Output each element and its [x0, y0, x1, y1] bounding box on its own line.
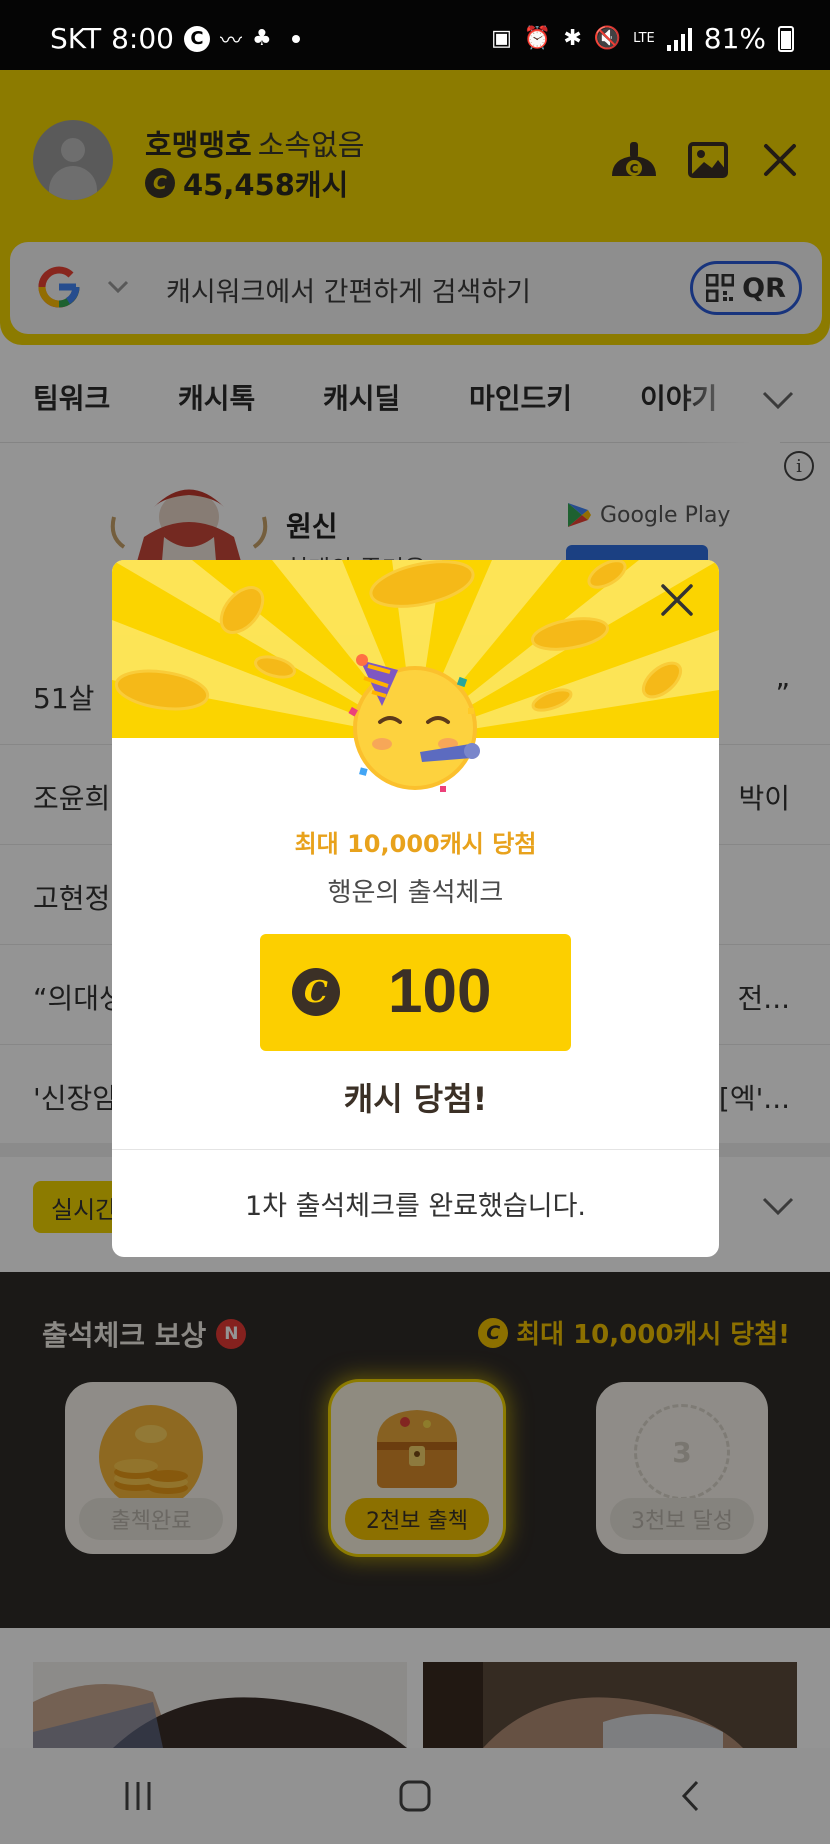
alarm-icon: ⏰ [523, 26, 552, 51]
recycle-icon: ▣ [491, 26, 512, 51]
party-face-icon [348, 654, 480, 792]
close-icon [661, 584, 693, 616]
reward-amount-box: C 100 [260, 934, 571, 1051]
duck-notification-icon: ♣ [251, 26, 272, 51]
status-bar: SKT 8:00 C 〰 ♣ ▣ ⏰ ✱ 🔇 LTE 81% [0, 0, 830, 70]
dialog-subtitle: 최대 10,000캐시 당첨 [294, 830, 537, 858]
signal-icon [666, 27, 692, 51]
close-button[interactable] [653, 576, 701, 624]
more-notifications-dot [291, 34, 300, 43]
lte-label: LTE [633, 31, 655, 46]
battery-icon [778, 25, 794, 52]
bluetooth-icon: ✱ [563, 26, 582, 51]
battery-percent: 81% [703, 22, 766, 55]
mute-icon: 🔇 [593, 26, 622, 51]
clock: 8:00 [111, 22, 174, 55]
reward-dialog: 최대 10,000캐시 당첨 행운의 출석체크 C 100 캐시 당첨! 1차 … [112, 560, 719, 1257]
reward-won-text: 캐시 당첨! [343, 1080, 488, 1118]
dialog-title: 행운의 출석체크 [327, 878, 504, 908]
coin-icon: C [292, 968, 340, 1016]
cashwalk-notification-icon: C [183, 25, 210, 52]
dialog-footer-message: 1차 출석체크를 완료했습니다. [244, 1191, 586, 1222]
carrier-label: SKT [50, 22, 102, 55]
reward-amount: 100 [388, 957, 492, 1026]
mustache-notification-icon: 〰 [219, 28, 242, 54]
